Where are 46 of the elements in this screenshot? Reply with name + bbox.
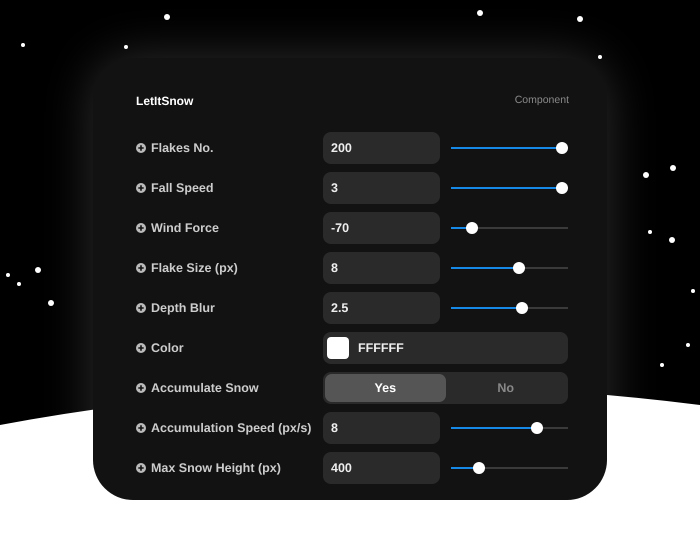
value-field[interactable]: 200 [323,132,440,164]
color-swatch[interactable] [327,337,349,359]
plus-icon[interactable] [136,183,146,193]
slider[interactable] [451,422,568,434]
property-label: Accumulate Snow [151,380,259,397]
color-field[interactable]: FFFFFF [323,332,568,364]
plus-icon[interactable] [136,143,146,153]
slider[interactable] [451,142,568,154]
slider[interactable] [451,222,568,234]
property-label: Wind Force [151,220,219,237]
value-field[interactable]: 400 [323,452,440,484]
value-field[interactable]: 3 [323,172,440,204]
slider[interactable] [451,302,568,314]
plus-icon[interactable] [136,223,146,233]
slider[interactable] [451,462,568,474]
slider-thumb[interactable] [473,462,486,474]
property-label: Depth Blur [151,300,215,317]
panel-title: LetItSnow [136,93,194,110]
slider-thumb[interactable] [512,262,525,274]
slider-thumb[interactable] [516,302,528,314]
property-label: Max Snow Height (px) [151,460,281,477]
value-field[interactable]: 2.5 [323,292,440,324]
property-label: Flake Size (px) [151,260,238,277]
property-label: Fall Speed [151,180,214,197]
slider[interactable] [451,182,568,194]
plus-icon[interactable] [136,463,146,473]
plus-icon[interactable] [136,263,146,273]
value-field[interactable]: -70 [323,212,440,244]
property-label: Color [151,340,184,357]
value-field[interactable]: 8 [323,412,440,444]
slider-thumb[interactable] [466,222,478,234]
color-value: FFFFFF [358,340,404,357]
slider-thumb[interactable] [556,142,568,154]
plus-icon[interactable] [136,423,146,433]
plus-icon[interactable] [136,303,146,313]
toggle-option[interactable]: No [446,374,566,402]
property-label: Accumulation Speed (px/s) [151,420,312,437]
slider-thumb[interactable] [556,182,568,194]
property-label: Flakes No. [151,140,214,157]
slider[interactable] [451,262,568,274]
toggle-option[interactable]: Yes [325,374,446,402]
value-field[interactable]: 8 [323,252,440,284]
panel-subtitle: Component [514,93,569,108]
slider-thumb[interactable] [530,422,543,434]
plus-icon[interactable] [136,343,146,353]
plus-icon[interactable] [136,383,146,393]
